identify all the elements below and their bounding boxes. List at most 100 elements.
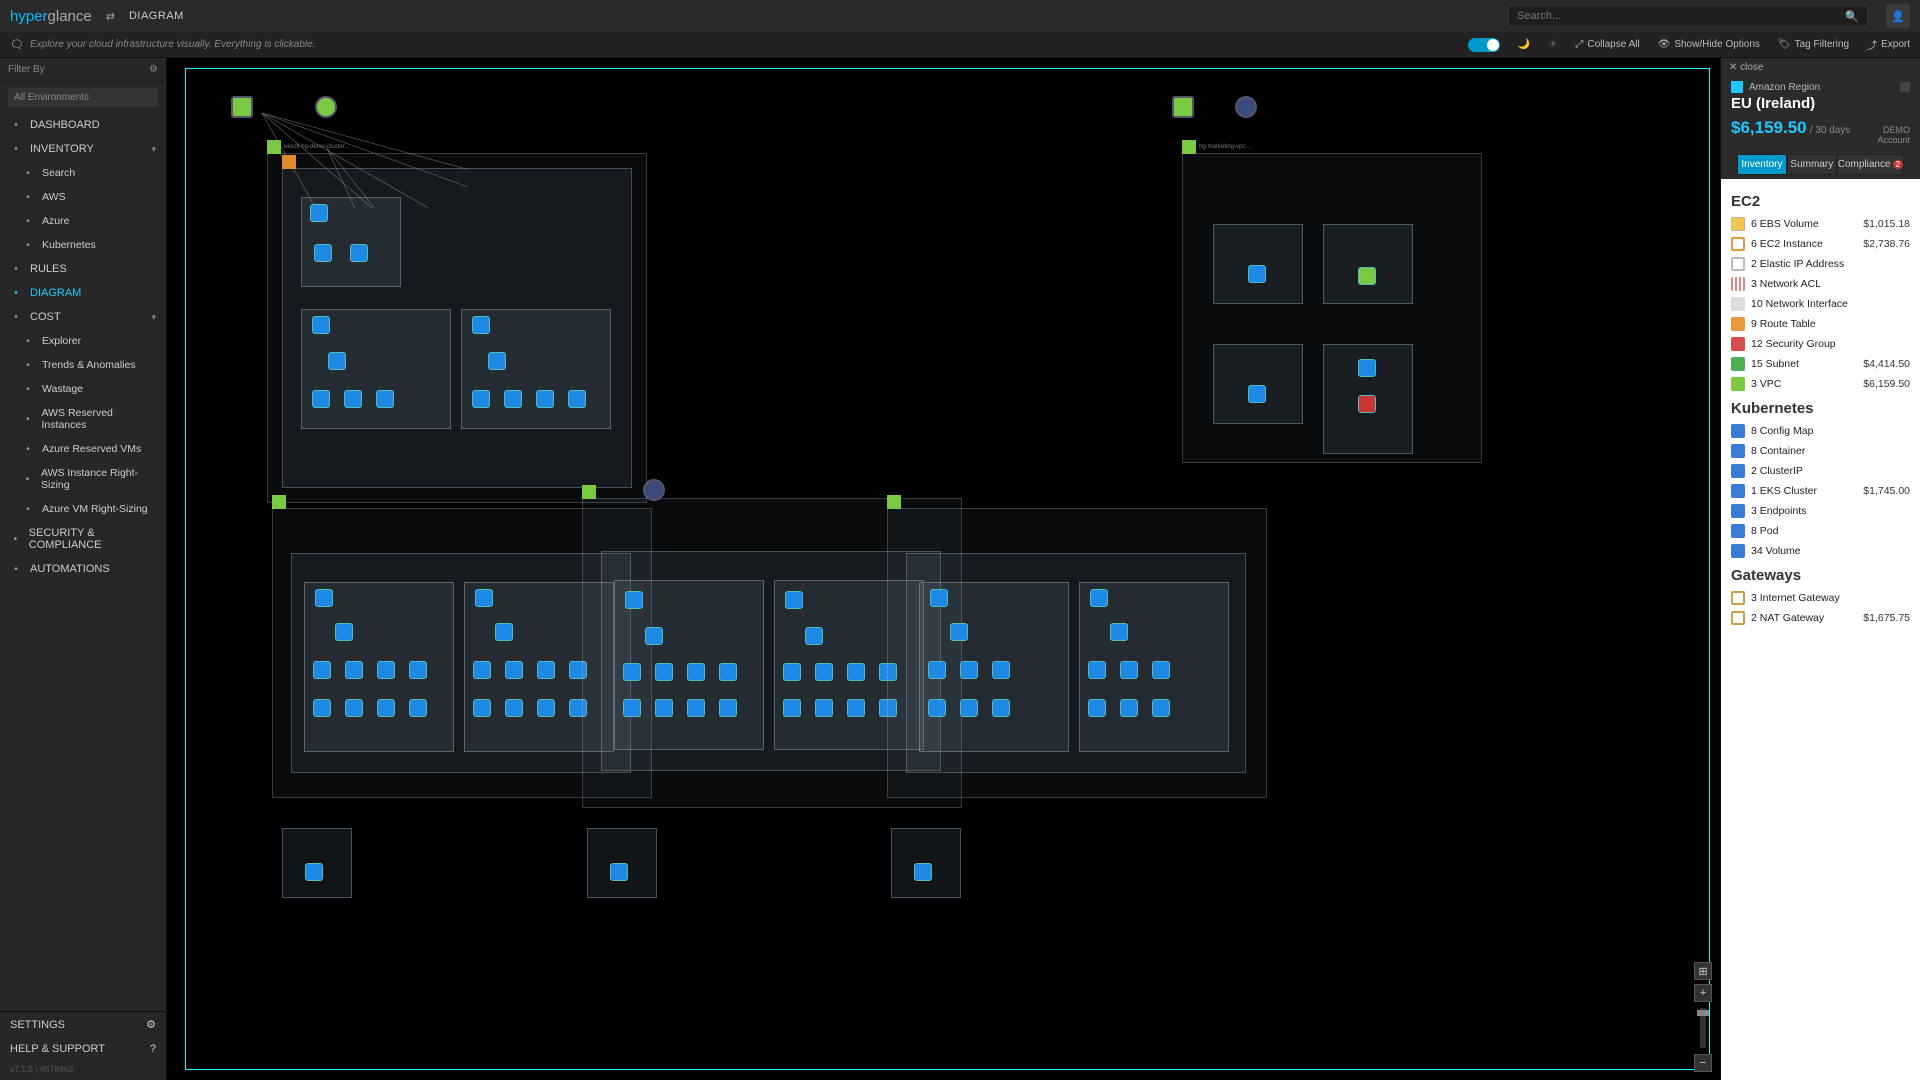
nav-automations[interactable]: •AUTOMATIONS xyxy=(0,557,166,581)
user-menu[interactable]: 👤 xyxy=(1886,4,1910,28)
nav-list: •DASHBOARD•INVENTORY▾•Search•AWS•Azure•K… xyxy=(0,113,166,1011)
environment-select[interactable]: All Environments xyxy=(8,88,158,107)
settings-link[interactable]: SETTINGS⚙ xyxy=(0,1012,166,1037)
dollar-icon: • xyxy=(10,311,22,323)
tab-inventory[interactable]: Inventory xyxy=(1737,154,1787,175)
resource-label: 2 Elastic IP Address xyxy=(1751,258,1844,270)
nav-explorer[interactable]: •Explorer xyxy=(0,329,166,353)
resource-label: 12 Security Group xyxy=(1751,338,1836,350)
close-panel-button[interactable]: ✕ close xyxy=(1721,58,1920,77)
nav-aws[interactable]: •AWS xyxy=(0,185,166,209)
section-gateways: Gateways xyxy=(1731,567,1910,584)
nav-aws-reserved-instances[interactable]: • AWS Reserved Instances xyxy=(0,401,166,437)
nav-label: COST xyxy=(30,311,61,323)
filter-icon[interactable]: ⚙ xyxy=(149,64,158,75)
zoom-fit-button[interactable]: ⊞ xyxy=(1694,962,1712,980)
nav-search[interactable]: •Search xyxy=(0,161,166,185)
show-hide-button[interactable]: 👁Show/Hide Options xyxy=(1658,39,1760,50)
gateway-node[interactable] xyxy=(1172,96,1194,118)
app-header: hyperglance ⇄ DIAGRAM 🔍 👤 xyxy=(0,0,1920,32)
nav-security-compliance[interactable]: •SECURITY & COMPLIANCE xyxy=(0,521,166,557)
nav-aws-instance-right-sizing[interactable]: •AWS Instance Right-Sizing xyxy=(0,461,166,497)
resource-label: 3 VPC xyxy=(1751,378,1781,390)
inventory-row[interactable]: 10 Network Interface xyxy=(1731,294,1910,314)
zoom-in-button[interactable]: + xyxy=(1694,984,1712,1002)
zoom-slider[interactable] xyxy=(1700,1008,1706,1048)
diagram-canvas[interactable]: eksctl-hg-demo-cluster... xyxy=(167,58,1720,1080)
inventory-row[interactable]: 3 Internet Gateway xyxy=(1731,588,1910,608)
gateway-node[interactable] xyxy=(1235,96,1257,118)
inventory-row[interactable]: 8 Config Map xyxy=(1731,421,1910,441)
version-text: v7.1.5 | 8578963 xyxy=(0,1061,166,1080)
collapse-all-button[interactable]: ⤢Collapse All xyxy=(1575,39,1639,50)
swap-icon[interactable]: ⇄ xyxy=(106,10,115,23)
subnet-box[interactable] xyxy=(891,828,961,898)
ri-icon: • xyxy=(22,413,34,425)
inventory-row[interactable]: 8 Container xyxy=(1731,441,1910,461)
nav-label: Trends & Anomalies xyxy=(42,359,136,371)
logo: hyperglance xyxy=(10,8,92,25)
inventory-row[interactable]: 2 NAT Gateway$1,675.75 xyxy=(1731,608,1910,628)
tab-summary[interactable]: Summary xyxy=(1787,154,1837,175)
nav-wastage[interactable]: •Wastage xyxy=(0,377,166,401)
nav-azure[interactable]: •Azure xyxy=(0,209,166,233)
moon-icon: 🌙 xyxy=(1518,39,1530,50)
filter-header: Filter By ⚙ xyxy=(0,58,166,82)
trash-icon: • xyxy=(22,383,34,395)
nav-diagram[interactable]: •DIAGRAM xyxy=(0,281,166,305)
resource-icon xyxy=(1731,424,1745,438)
inventory-row[interactable]: 3 Endpoints xyxy=(1731,501,1910,521)
search-field[interactable] xyxy=(1517,10,1845,22)
azure-icon: • xyxy=(22,215,34,227)
export-button[interactable]: ⤴Export xyxy=(1867,37,1910,52)
vpc-group[interactable]: eksctl-hg-demo-cluster... xyxy=(267,153,647,503)
subnet-box[interactable] xyxy=(587,828,657,898)
nav-azure-reserved-vms[interactable]: •Azure Reserved VMs xyxy=(0,437,166,461)
nav-azure-vm-right-sizing[interactable]: •Azure VM Right-Sizing xyxy=(0,497,166,521)
resource-label: 3 Endpoints xyxy=(1751,505,1806,517)
pin-icon[interactable] xyxy=(1900,82,1910,92)
inventory-row[interactable]: 9 Route Table xyxy=(1731,314,1910,334)
resource-label: 15 Subnet xyxy=(1751,358,1799,370)
gateway-node[interactable] xyxy=(231,96,253,118)
collapse-icon: ⤢ xyxy=(1575,39,1583,50)
nav-label: Azure VM Right-Sizing xyxy=(42,503,148,515)
nav-kubernetes[interactable]: •Kubernetes xyxy=(0,233,166,257)
help-link[interactable]: HELP & SUPPORT? xyxy=(0,1037,166,1061)
search-icon[interactable]: 🔍 xyxy=(1845,10,1859,23)
nav-rules[interactable]: •RULES xyxy=(0,257,166,281)
tab-compliance[interactable]: Compliance2 xyxy=(1837,154,1904,175)
inventory-row[interactable]: 3 Network ACL xyxy=(1731,274,1910,294)
inventory-row[interactable]: 12 Security Group xyxy=(1731,334,1910,354)
zoom-out-button[interactable]: − xyxy=(1694,1054,1712,1072)
cluster-group[interactable] xyxy=(887,508,1267,798)
nav-trends-anomalies[interactable]: •Trends & Anomalies xyxy=(0,353,166,377)
tag-filter-button[interactable]: 🏷Tag Filtering xyxy=(1778,39,1849,50)
nav-label: DIAGRAM xyxy=(30,287,81,299)
vpc-group[interactable]: hg-marketing-vpc... xyxy=(1182,153,1482,463)
search-input[interactable]: 🔍 xyxy=(1508,5,1868,27)
inventory-row[interactable]: 6 EBS Volume$1,015.18 xyxy=(1731,214,1910,234)
inventory-row[interactable]: 2 ClusterIP xyxy=(1731,461,1910,481)
inventory-row[interactable]: 15 Subnet $4,414.50 xyxy=(1731,354,1910,374)
inventory-row[interactable]: 3 VPC$6,159.50 xyxy=(1731,374,1910,394)
resource-cost: $4,414.50 xyxy=(1863,358,1910,370)
nav-inventory[interactable]: •INVENTORY▾ xyxy=(0,137,166,161)
rs-icon: • xyxy=(22,473,33,485)
inventory-row[interactable]: 2 Elastic IP Address xyxy=(1731,254,1910,274)
gateway-node[interactable] xyxy=(315,96,337,118)
subnet-box[interactable] xyxy=(282,828,352,898)
inventory-row[interactable]: 8 Pod xyxy=(1731,521,1910,541)
resource-label: 34 Volume xyxy=(1751,545,1801,557)
inventory-row[interactable]: 6 EC2 Instance$2,738.76 xyxy=(1731,234,1910,254)
theme-toggle[interactable] xyxy=(1468,38,1500,52)
inventory-row[interactable]: 34 Volume xyxy=(1731,541,1910,561)
resource-label: 8 Pod xyxy=(1751,525,1778,537)
cost-value: $6,159.50 xyxy=(1731,118,1807,137)
nav-label: AWS Reserved Instances xyxy=(42,407,156,431)
resource-label: 2 ClusterIP xyxy=(1751,465,1803,477)
search-icon: • xyxy=(22,167,34,179)
nav-cost[interactable]: •COST▾ xyxy=(0,305,166,329)
inventory-row[interactable]: 1 EKS Cluster$1,745.00 xyxy=(1731,481,1910,501)
nav-dashboard[interactable]: •DASHBOARD xyxy=(0,113,166,137)
